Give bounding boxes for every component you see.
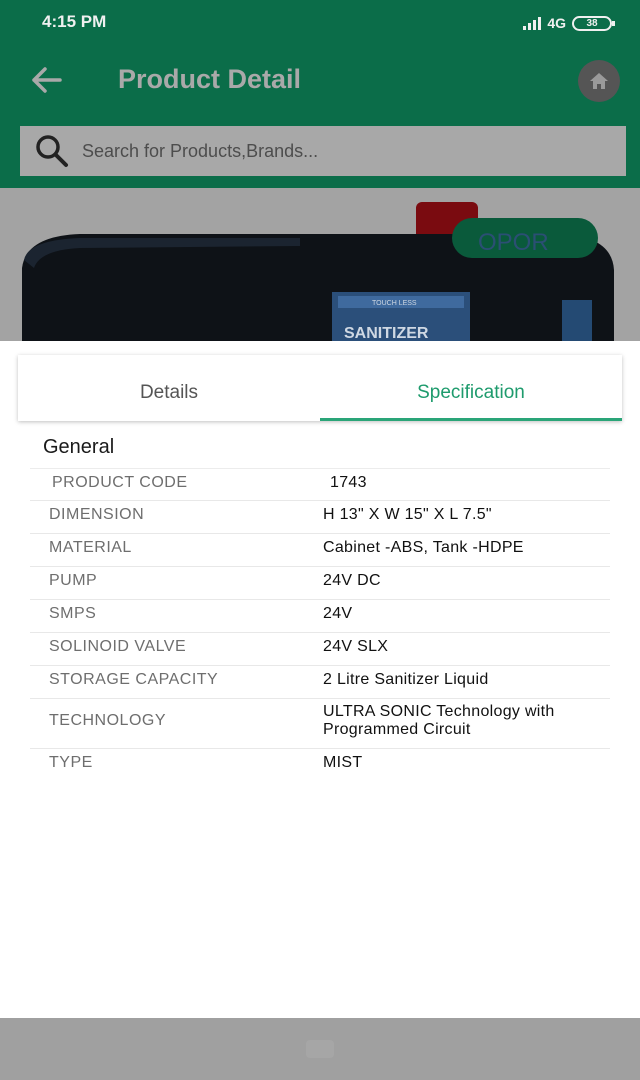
tab-bar: Details Specification — [18, 355, 622, 421]
search-input[interactable] — [82, 140, 602, 162]
spec-value: 24V — [323, 605, 353, 622]
spec-label: SMPS — [49, 605, 97, 622]
spec-value: 2 Litre Sanitizer Liquid — [323, 671, 489, 688]
status-time: 4:15 PM — [42, 12, 107, 31]
spec-label: PRODUCT CODE — [52, 474, 188, 491]
section-title: General — [43, 436, 115, 458]
spec-value: 24V SLX — [323, 638, 389, 655]
system-nav-bar — [0, 1018, 640, 1080]
spec-row-material: MATERIAL Cabinet -ABS, Tank -HDPE — [30, 534, 610, 567]
spec-label: PUMP — [49, 572, 98, 589]
spec-row-pump: PUMP 24V DC — [30, 567, 610, 600]
home-button[interactable] — [578, 60, 620, 102]
spec-label: STORAGE CAPACITY — [49, 671, 219, 688]
app-bar: Product Detail — [0, 46, 640, 126]
status-icons: 4G 38 — [523, 13, 615, 33]
spec-value: 1743 — [330, 474, 367, 491]
spec-row-technology: TECHNOLOGY ULTRA SONIC Technology with P… — [30, 699, 610, 749]
home-handle[interactable] — [306, 1040, 334, 1058]
product-image: TOUCH LESS SANITIZER OPOR — [0, 188, 640, 341]
search-bar-container — [0, 126, 640, 188]
spec-label: MATERIAL — [49, 539, 132, 556]
spec-value: Cabinet -ABS, Tank -HDPE — [323, 539, 524, 556]
battery-icon: 38 — [572, 15, 615, 31]
tab-indicator — [320, 418, 622, 421]
spec-value: H 13" X W 15" X L 7.5" — [323, 506, 492, 523]
label-badge-text: TOUCH LESS — [372, 300, 417, 307]
brand-logo: OPOR — [478, 229, 549, 256]
spec-label: TYPE — [49, 754, 93, 771]
network-type: 4G — [547, 15, 566, 31]
spec-row-dimension: DIMENSION H 13" X W 15" X L 7.5" — [30, 501, 610, 534]
page-title: Product Detail — [118, 64, 302, 94]
spec-label: TECHNOLOGY — [49, 712, 167, 729]
tab-details[interactable]: Details — [18, 355, 320, 421]
product-photo: TOUCH LESS SANITIZER OPOR — [0, 188, 640, 341]
spec-row-storage-capacity: STORAGE CAPACITY 2 Litre Sanitizer Liqui… — [30, 666, 610, 699]
tab-specification[interactable]: Specification — [320, 355, 622, 421]
spec-row-type: TYPE MIST — [30, 749, 610, 782]
spec-label: DIMENSION — [49, 506, 145, 523]
spec-row-smps: SMPS 24V — [30, 600, 610, 633]
spec-label: SOLINOID VALVE — [49, 638, 187, 655]
spec-value: 24V DC — [323, 572, 381, 589]
spec-table: PRODUCT CODE 1743 DIMENSION H 13" X W 15… — [30, 468, 610, 782]
back-button[interactable] — [26, 62, 70, 98]
spec-row-product-code: PRODUCT CODE 1743 — [30, 468, 610, 501]
back-arrow-icon — [32, 67, 62, 93]
search-box[interactable] — [20, 126, 626, 176]
status-bar: 4:15 PM 4G 38 — [0, 0, 640, 46]
signal-icon — [523, 16, 542, 30]
spec-row-solinoid-valve: SOLINOID VALVE 24V SLX — [30, 633, 610, 666]
spec-value: MIST — [323, 754, 363, 771]
product-detail-sheet: Details Specification General PRODUCT CO… — [0, 341, 640, 1018]
spec-value: ULTRA SONIC Technology with Programmed C… — [323, 703, 555, 738]
label-text: SANITIZER — [344, 325, 429, 341]
home-icon — [590, 73, 608, 89]
search-icon — [36, 135, 68, 167]
